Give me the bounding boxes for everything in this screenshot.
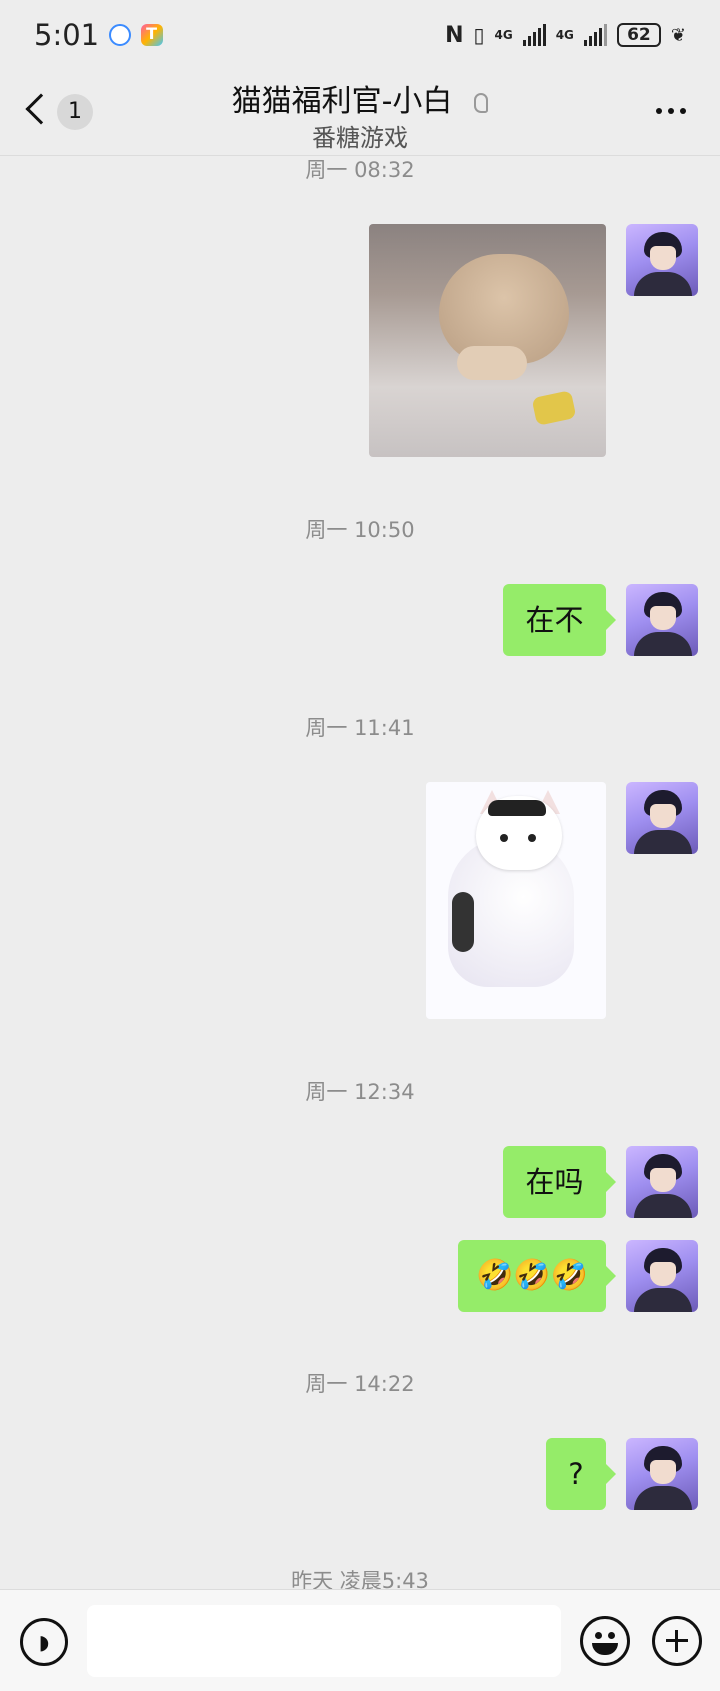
earpiece-mode-icon <box>474 92 489 113</box>
emoji-icon[interactable] <box>580 1616 630 1666</box>
chat-header: 1 猫猫福利官-小白 番糖游戏 <box>0 70 720 156</box>
avatar[interactable] <box>626 584 698 656</box>
message-bubble[interactable]: 在不 <box>503 584 616 656</box>
network-type-2: 4G <box>555 28 574 42</box>
message-bubble[interactable]: ? <box>546 1438 616 1510</box>
sticker-chunky-cat[interactable] <box>426 782 606 1019</box>
avatar[interactable] <box>626 1146 698 1218</box>
signal-icon-2 <box>583 24 607 46</box>
avatar[interactable] <box>626 1240 698 1312</box>
signal-icon-1 <box>522 24 546 46</box>
chat-app-icon <box>109 24 132 46</box>
nfc-icon: N <box>445 22 464 48</box>
battery-saver-icon: ❦ <box>670 24 686 46</box>
vibrate-icon: ▯ <box>473 23 485 47</box>
message-timestamp: 周一 14:22 <box>305 1372 415 1396</box>
more-options-icon[interactable] <box>656 108 686 114</box>
message-input[interactable] <box>87 1605 561 1677</box>
message-bubble-emoji[interactable]: 🤣🤣🤣 <box>458 1240 616 1312</box>
status-time: 5:01 <box>34 18 100 52</box>
avatar[interactable] <box>626 1438 698 1510</box>
status-right: N ▯ 4G 4G 62 ❦ <box>445 23 686 48</box>
message-bubble[interactable]: 在吗 <box>503 1146 616 1218</box>
voice-icon[interactable]: ◗ <box>20 1618 68 1666</box>
plus-icon[interactable] <box>652 1616 702 1666</box>
sticker-sleepy-cat[interactable] <box>369 224 606 457</box>
chat-subtitle: 番糖游戏 <box>312 124 408 152</box>
chat-title-row: 猫猫福利官-小白 <box>0 76 720 120</box>
input-bar: ◗ <box>0 1589 720 1691</box>
app-notification-icon <box>141 24 164 46</box>
network-type-1: 4G <box>494 28 513 42</box>
avatar[interactable] <box>626 782 698 854</box>
message-timestamp: 周一 12:34 <box>305 1080 415 1104</box>
message-timestamp: 周一 10:50 <box>305 518 415 542</box>
status-bar: 5:01 N ▯ 4G 4G 62 ❦ <box>0 0 720 70</box>
message-timestamp: 周一 08:32 <box>305 158 415 182</box>
avatar[interactable] <box>626 224 698 296</box>
battery-indicator: 62 <box>616 23 661 47</box>
chat-title[interactable]: 猫猫福利官-小白 <box>232 84 453 119</box>
message-timestamp: 周一 11:41 <box>305 716 415 740</box>
